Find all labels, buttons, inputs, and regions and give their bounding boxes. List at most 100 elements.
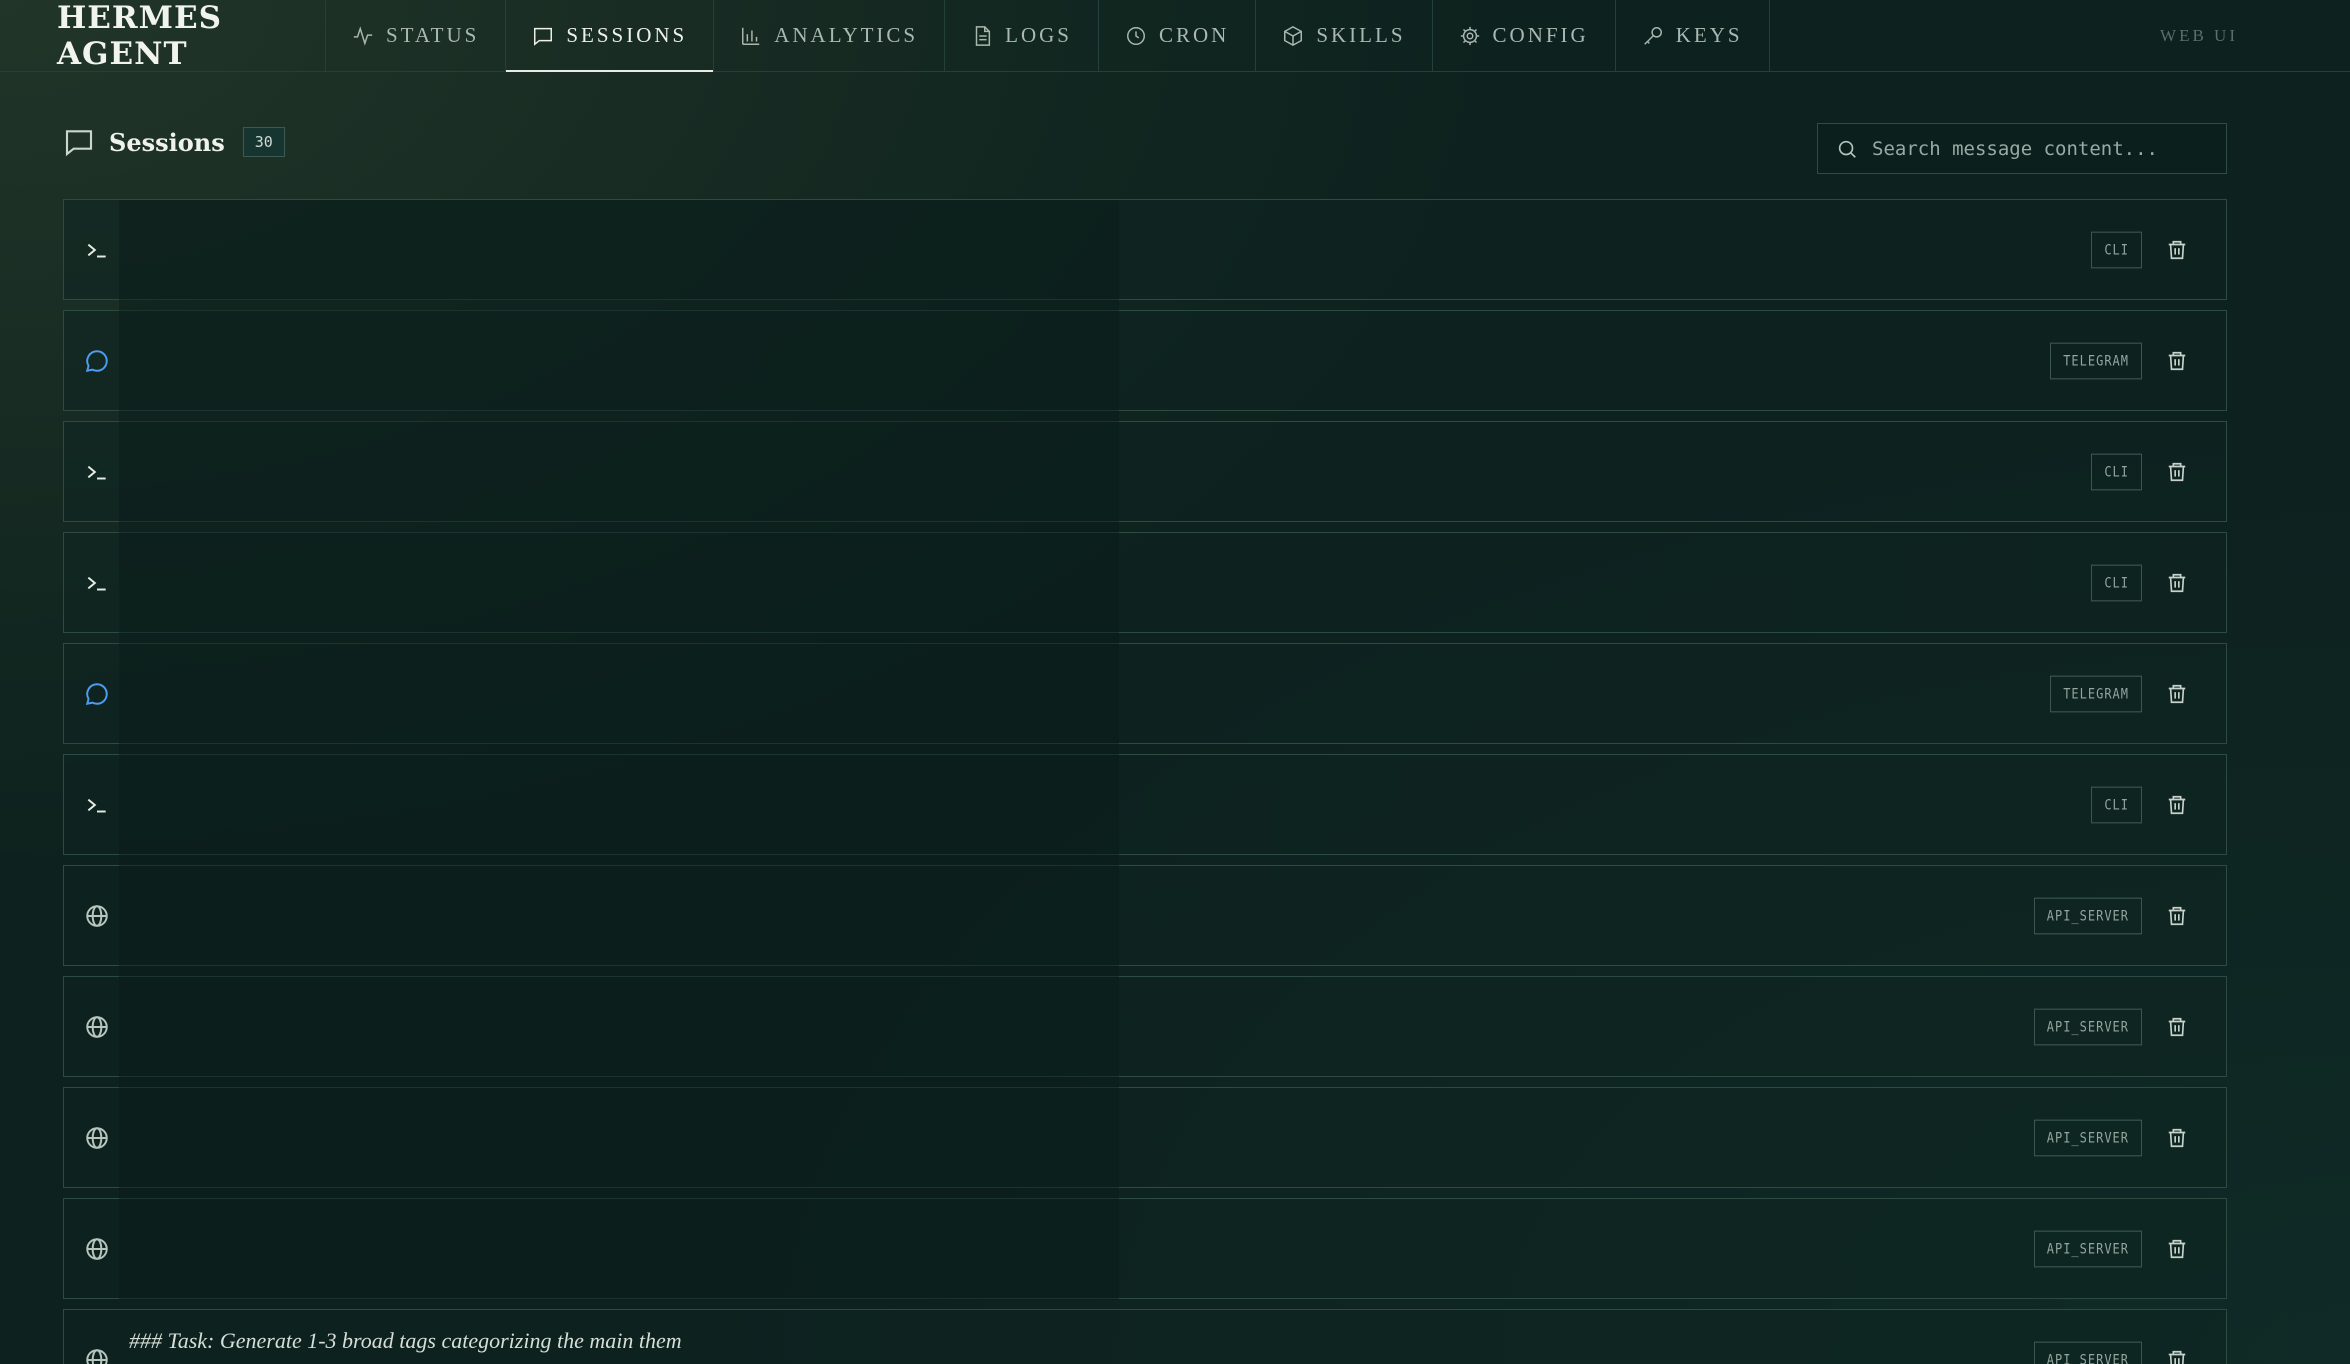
sessions-header: Sessions 30: [63, 126, 285, 158]
session-actions: CLI: [2091, 422, 2190, 521]
source-badge: TELEGRAM: [2050, 342, 2142, 379]
session-source-icon-wrap: [64, 681, 130, 707]
session-row[interactable]: API_SERVER: [63, 865, 2227, 966]
source-badge: API_SERVER: [2033, 1008, 2142, 1045]
source-badge: CLI: [2091, 231, 2142, 268]
session-actions: API_SERVER: [2033, 1088, 2190, 1187]
session-source-icon-wrap: [64, 1014, 130, 1040]
tab-label: SKILLS: [1316, 23, 1406, 47]
tab-status[interactable]: STATUS: [326, 0, 507, 71]
session-row[interactable]: API_SERVER: [63, 1198, 2227, 1299]
session-actions: API_SERVER: [2033, 977, 2190, 1076]
session-source-icon-wrap: [64, 1125, 130, 1151]
session-actions: TELEGRAM: [2050, 644, 2190, 743]
session-actions: API_SERVER: [2033, 1310, 2190, 1364]
trash-icon: [2168, 1128, 2186, 1147]
trash-icon: [2168, 1017, 2186, 1036]
session-source-icon-wrap: [64, 459, 130, 485]
session-row[interactable]: API_SERVER: [63, 976, 2227, 1077]
session-count-badge: 30: [242, 127, 285, 157]
source-badge: API_SERVER: [2033, 1341, 2142, 1364]
terminal-icon: [87, 243, 106, 257]
session-row[interactable]: TELEGRAM: [63, 310, 2227, 411]
tab-config[interactable]: CONFIG: [1433, 0, 1616, 71]
session-text: [129, 773, 1129, 783]
session-text: [129, 218, 1129, 228]
session-list: CLI TELEGRAM CLI CLI TELEGRAM CLI API_SE…: [63, 199, 2227, 1364]
session-row[interactable]: CLI: [63, 199, 2227, 300]
delete-button[interactable]: [2164, 1014, 2190, 1040]
terminal-icon: [87, 465, 106, 479]
session-actions: TELEGRAM: [2050, 311, 2190, 410]
session-source-icon-wrap: [64, 237, 130, 263]
web-ui-label: WEB UI: [2160, 26, 2238, 45]
tab-skills[interactable]: SKILLS: [1256, 0, 1433, 71]
file-text-icon: [975, 25, 991, 46]
bar-chart-icon: [742, 27, 760, 45]
trash-icon: [2168, 573, 2186, 592]
delete-button[interactable]: [2164, 459, 2190, 485]
delete-button[interactable]: [2164, 1236, 2190, 1262]
delete-button[interactable]: [2164, 792, 2190, 818]
message-square-icon: [534, 27, 553, 46]
tab-label: LOGS: [1005, 23, 1072, 47]
brand-logo[interactable]: HERMES AGENT: [0, 0, 326, 72]
globe-icon: [86, 1348, 108, 1364]
session-actions: API_SERVER: [2033, 1199, 2190, 1298]
source-badge: CLI: [2091, 564, 2142, 601]
package-icon: [1284, 25, 1303, 46]
gear-icon: [1460, 26, 1479, 45]
delete-button[interactable]: [2164, 681, 2190, 707]
session-actions: CLI: [2091, 755, 2190, 854]
search-box[interactable]: [1817, 123, 2227, 174]
session-row[interactable]: CLI: [63, 532, 2227, 633]
session-text: [129, 1106, 1129, 1116]
session-actions: API_SERVER: [2033, 866, 2190, 965]
session-source-icon-wrap: [64, 570, 130, 596]
delete-button[interactable]: [2164, 903, 2190, 929]
tab-logs[interactable]: LOGS: [945, 0, 1099, 71]
session-row[interactable]: TELEGRAM: [63, 643, 2227, 744]
message-square-icon: [65, 130, 93, 157]
globe-icon: [86, 1015, 108, 1038]
session-text: [129, 551, 1129, 561]
terminal-icon: [87, 798, 106, 812]
session-source-icon-wrap: [64, 348, 130, 374]
source-badge: TELEGRAM: [2050, 675, 2142, 712]
session-text: [129, 1217, 1129, 1227]
search-icon: [1838, 140, 1856, 158]
terminal-icon: [87, 576, 106, 590]
source-badge: API_SERVER: [2033, 1119, 2142, 1156]
tab-analytics[interactable]: ANALYTICS: [714, 0, 946, 71]
delete-button[interactable]: [2164, 1125, 2190, 1151]
source-badge: API_SERVER: [2033, 897, 2142, 934]
session-text: [129, 329, 1129, 339]
session-row[interactable]: CLI: [63, 754, 2227, 855]
tab-sessions[interactable]: SESSIONS: [506, 0, 715, 72]
session-actions: CLI: [2091, 200, 2190, 299]
session-source-icon-wrap: [64, 1347, 130, 1364]
session-title: ### Task: Generate 1-3 broad tags catego…: [129, 1328, 682, 1353]
session-row[interactable]: ### Task: Generate 1-3 broad tags catego…: [63, 1309, 2227, 1364]
clock-icon: [1126, 26, 1145, 45]
tab-keys[interactable]: KEYS: [1616, 0, 1770, 71]
page-title: Sessions: [109, 127, 225, 157]
delete-button[interactable]: [2164, 348, 2190, 374]
session-row[interactable]: API_SERVER: [63, 1087, 2227, 1188]
chat-bubble-icon: [85, 682, 108, 705]
trash-icon: [2168, 462, 2186, 481]
globe-icon: [86, 1237, 108, 1260]
session-row[interactable]: CLI: [63, 421, 2227, 522]
tab-cron[interactable]: CRON: [1099, 0, 1257, 71]
delete-button[interactable]: [2164, 1347, 2190, 1364]
tab-label: CRON: [1158, 23, 1230, 47]
search-input[interactable]: [1872, 137, 2202, 160]
chat-bubble-icon: [85, 349, 108, 372]
trash-icon: [2168, 684, 2186, 703]
session-source-icon-wrap: [64, 792, 130, 818]
delete-button[interactable]: [2164, 237, 2190, 263]
session-source-icon-wrap: [64, 903, 130, 929]
source-badge: API_SERVER: [2033, 1230, 2142, 1267]
delete-button[interactable]: [2164, 570, 2190, 596]
session-text: [129, 995, 1129, 1005]
